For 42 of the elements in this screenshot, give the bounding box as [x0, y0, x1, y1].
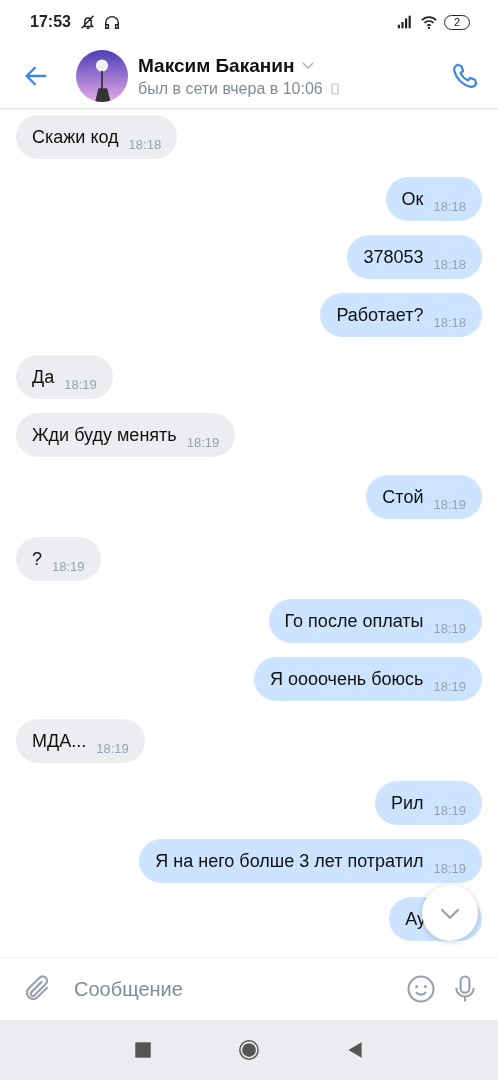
- message-time: 18:19: [433, 496, 466, 512]
- message-time: 18:18: [433, 198, 466, 214]
- smiley-icon[interactable]: [406, 974, 436, 1004]
- last-seen-status: был в сети вчера в 10:06: [138, 79, 323, 98]
- chevron-down-icon: [439, 906, 461, 920]
- headphones-icon: [102, 13, 121, 31]
- contact-name[interactable]: Максим Баканин: [138, 54, 295, 77]
- message-time: 18:19: [433, 802, 466, 818]
- message-text: Я оооочень боюсь: [269, 668, 424, 690]
- message-time: 18:19: [433, 678, 466, 694]
- message-time: 18:18: [433, 256, 466, 272]
- signal-icon: [395, 13, 414, 31]
- message-text: Жди буду менять: [32, 424, 177, 446]
- mobile-device-icon: [330, 82, 339, 95]
- message-time: 18:19: [433, 860, 466, 876]
- message-time: 18:18: [433, 314, 466, 330]
- message-text: Го после оплаты: [284, 610, 424, 632]
- message-time: 18:19: [96, 740, 129, 756]
- message-time: 18:19: [186, 434, 220, 450]
- recents-icon[interactable]: [132, 1039, 154, 1061]
- message-text: Рил: [390, 792, 424, 814]
- message-time: 18:18: [128, 136, 162, 152]
- message-text: Скажи код: [32, 126, 119, 148]
- message-text: Я на него болше 3 лет потратил: [155, 850, 424, 872]
- message-text: Да: [32, 366, 55, 388]
- bell-off-icon: [78, 13, 97, 31]
- message-input[interactable]: Сообщение: [72, 976, 392, 1002]
- avatar[interactable]: [76, 50, 128, 102]
- clock: 17:53: [30, 13, 71, 31]
- phone-call-icon[interactable]: [450, 61, 480, 91]
- home-icon[interactable]: [238, 1039, 260, 1061]
- message-time: 18:19: [64, 376, 97, 392]
- message-text: Ок: [401, 188, 424, 210]
- wifi-icon: [419, 13, 438, 31]
- message-text: ?: [32, 548, 42, 570]
- message-text: МДА...: [32, 730, 87, 752]
- message-text: Работает?: [336, 304, 424, 326]
- chevron-down-icon[interactable]: [302, 61, 315, 70]
- message-time: 18:19: [433, 620, 466, 636]
- message-time: 18:19: [52, 558, 85, 574]
- message-text: 378053: [363, 246, 424, 268]
- message-text: Стой: [382, 486, 424, 508]
